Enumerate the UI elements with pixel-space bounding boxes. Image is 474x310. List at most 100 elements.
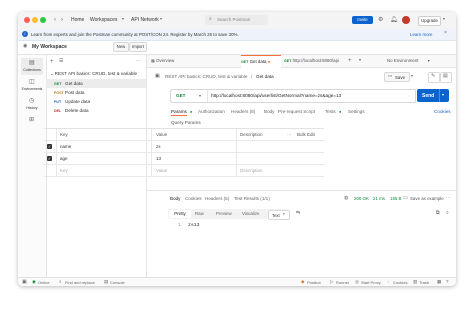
new-value-field[interactable]: Value: [156, 165, 167, 176]
api-network-menu[interactable]: API Network: [131, 17, 159, 23]
runner-button[interactable]: Runner: [336, 278, 349, 286]
url-input[interactable]: http://localhost:8080/api/userlist/GetNo…: [211, 93, 341, 98]
sidebar-toggle-icon[interactable]: ▣: [22, 280, 27, 285]
close-window-button[interactable]: [24, 17, 30, 23]
tab-get-data[interactable]: GET Get data ●: [241, 55, 281, 68]
environment-selector[interactable]: No Environment ▾: [387, 55, 447, 67]
response-tab-body[interactable]: Body: [170, 196, 180, 201]
rail-item-collections[interactable]: ▤ Collections: [21, 58, 43, 75]
save-button[interactable]: ▭ Save: [384, 72, 410, 82]
copy-icon[interactable]: ⧉: [436, 211, 440, 216]
avatar[interactable]: [402, 16, 410, 24]
breadcrumb-collection[interactable]: REST API basics: CRUD, test & variable: [165, 74, 247, 79]
new-key-field[interactable]: Key: [60, 165, 68, 176]
view-raw[interactable]: Raw: [195, 211, 204, 216]
learn-more-link[interactable]: Learn more: [410, 32, 432, 37]
rail-item-environments[interactable]: ◫ Environments: [21, 77, 43, 94]
param-key-field[interactable]: name: [60, 141, 71, 152]
response-size[interactable]: 155 B: [390, 196, 401, 201]
request-title[interactable]: Get data: [256, 74, 274, 79]
row-checkbox[interactable]: ✓: [47, 144, 52, 149]
response-tab-headers[interactable]: Headers (5): [205, 196, 229, 201]
console-button[interactable]: Console: [110, 278, 125, 286]
status-code[interactable]: 200 OK: [354, 196, 369, 201]
response-body[interactable]: zs13: [188, 223, 200, 228]
settings-gear-icon[interactable]: ⚙: [378, 17, 383, 23]
add-icon[interactable]: +: [50, 59, 54, 65]
chevron-down-icon[interactable]: ▾: [443, 17, 445, 21]
subtab-params[interactable]: Params: [171, 109, 187, 116]
documentation-button[interactable]: ▤: [440, 72, 452, 83]
notification-bell-icon[interactable]: 🔔︎: [390, 17, 398, 23]
start-proxy-button[interactable]: Start Proxy: [361, 278, 381, 286]
method-select[interactable]: GET ▾: [171, 90, 208, 102]
home-link[interactable]: Home: [71, 17, 84, 23]
cookies-link[interactable]: Cookies: [434, 109, 451, 114]
chevron-down-icon: ▾: [160, 16, 163, 21]
request-item-post-data[interactable]: POSTPost data: [54, 88, 84, 97]
forward-arrow-icon[interactable]: ›: [61, 17, 63, 23]
param-key-field[interactable]: age: [60, 153, 68, 164]
param-value-field[interactable]: zs: [156, 141, 161, 152]
request-item-get-data[interactable]: GET Get data: [46, 79, 146, 88]
find-replace-button[interactable]: Find and replace: [65, 278, 95, 286]
response-tab-test-results[interactable]: Test Results (1/1): [234, 196, 270, 201]
more-options-icon[interactable]: ⋯: [287, 129, 292, 140]
new-button[interactable]: New: [113, 42, 129, 52]
bulk-edit-link[interactable]: Bulk Edit: [297, 129, 315, 140]
param-value-field[interactable]: 13: [156, 153, 161, 164]
save-as-example-button[interactable]: Save as example: [410, 196, 444, 201]
tab-overview[interactable]: ▦ Overview: [151, 55, 195, 67]
filter-icon[interactable]: ☰: [59, 59, 63, 64]
request-item-update-data[interactable]: PUT Update data: [54, 97, 90, 106]
more-options-icon[interactable]: ⋯: [446, 196, 451, 201]
postbot-button[interactable]: Postbot: [307, 278, 321, 286]
divider: [236, 129, 237, 140]
rail-item-configure[interactable]: ⊞: [21, 115, 43, 127]
layout-icon[interactable]: ▦: [437, 279, 441, 284]
workspace-name[interactable]: My Workspace: [32, 44, 67, 50]
view-preview[interactable]: Preview: [216, 211, 232, 216]
subtab-body[interactable]: Body: [264, 109, 274, 114]
collection-item[interactable]: ⌄ REST API basics: CRUD, test & variable: [50, 69, 137, 78]
add-tab-icon[interactable]: +: [348, 58, 352, 64]
send-button[interactable]: Send ▾: [417, 89, 449, 102]
subtab-settings[interactable]: Settings: [348, 109, 365, 114]
view-visualize[interactable]: Visualize: [242, 211, 260, 216]
search-box[interactable]: ⌕ Search Postman: [205, 15, 268, 25]
chevron-down-icon[interactable]: ▾: [411, 74, 413, 78]
subtab-authorization[interactable]: Authorization: [198, 109, 225, 114]
cookies-button[interactable]: Cookies: [393, 278, 407, 286]
invite-button[interactable]: Invite: [352, 16, 373, 24]
chevron-down-icon[interactable]: ▾: [359, 58, 361, 62]
back-arrow-icon[interactable]: ‹: [54, 17, 56, 23]
close-icon[interactable]: ×: [444, 31, 447, 36]
zoom-window-button[interactable]: [40, 17, 46, 23]
subtab-pre-request-script[interactable]: Pre-request Script: [278, 109, 315, 114]
wrap-lines-icon[interactable]: ⇆: [296, 211, 300, 216]
edit-button[interactable]: ✎: [428, 72, 440, 83]
tab-localhost[interactable]: GET http://localhost:8080/api: [284, 55, 344, 67]
view-pretty[interactable]: Pretty: [169, 210, 191, 218]
response-time[interactable]: 21 ms: [373, 196, 385, 201]
minimize-window-button[interactable]: [32, 17, 38, 23]
upgrade-button[interactable]: Upgrade: [418, 16, 441, 26]
rail-item-history[interactable]: ◷ History: [21, 96, 43, 113]
new-description-field[interactable]: Description: [240, 165, 263, 176]
search-icon[interactable]: ⌕: [446, 211, 449, 216]
format-value: Text: [272, 212, 280, 218]
trash-button[interactable]: Trash: [419, 278, 429, 286]
subtab-headers[interactable]: Headers (8): [231, 109, 255, 114]
workspaces-menu[interactable]: Workspaces: [90, 17, 117, 23]
import-button[interactable]: Import: [129, 42, 147, 52]
help-icon[interactable]: ?: [446, 279, 448, 284]
request-label: Update data: [65, 99, 91, 104]
row-checkbox[interactable]: ✓: [47, 156, 52, 161]
format-select[interactable]: Text ▾: [268, 210, 290, 220]
request-item-delete-data[interactable]: DEL Delete data: [54, 106, 89, 115]
subtab-tests[interactable]: Tests: [325, 109, 336, 114]
status-bar: ▣ ◉ Online ⌕ Find and replace ▤ Console …: [18, 277, 456, 286]
response-tab-cookies[interactable]: Cookies: [185, 196, 202, 201]
more-options-icon[interactable]: ⋯: [136, 59, 141, 64]
online-status[interactable]: Online: [38, 278, 50, 286]
